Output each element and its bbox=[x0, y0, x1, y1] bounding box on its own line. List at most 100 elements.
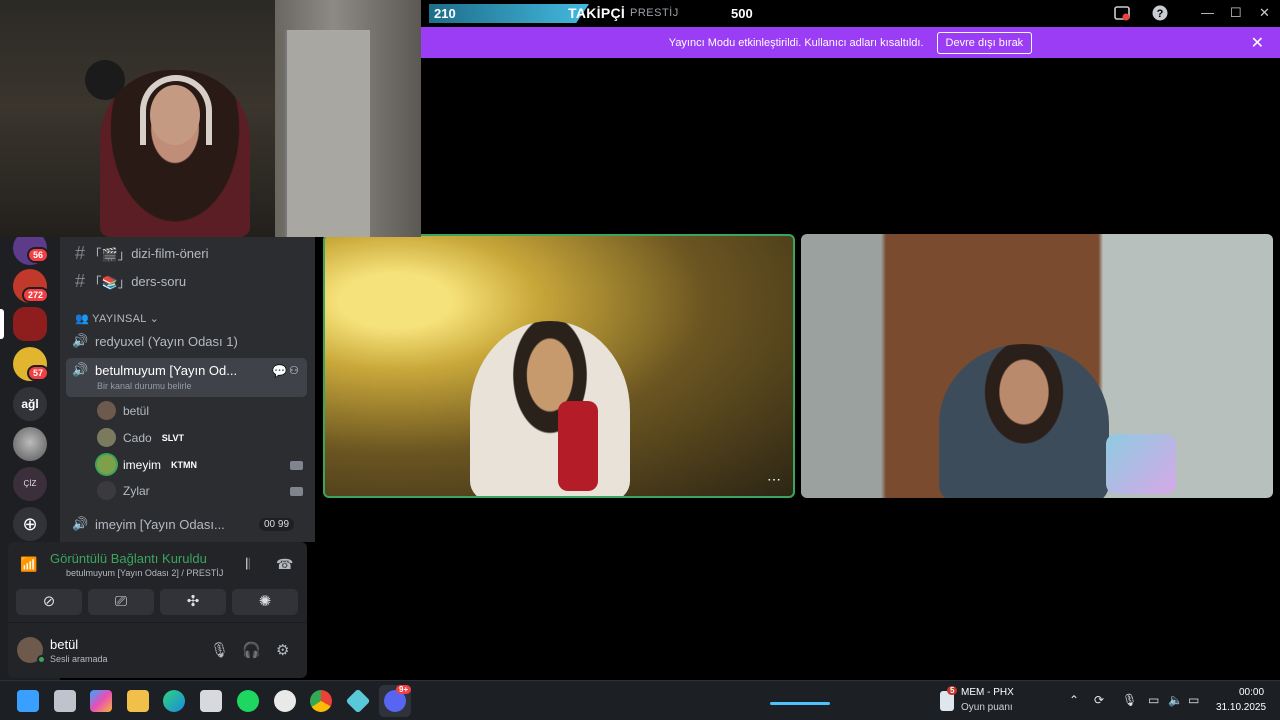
disable-streamer-mode-button[interactable]: Devre dışı bırak bbox=[936, 31, 1033, 54]
follower-title: TAKİPÇİ bbox=[568, 5, 626, 21]
app-icon[interactable] bbox=[345, 688, 371, 714]
noise-suppression-icon[interactable]: 𝄃 bbox=[246, 556, 249, 573]
server-icon-6[interactable] bbox=[13, 427, 47, 461]
disconnect-icon[interactable]: ☎ bbox=[276, 556, 293, 573]
channel-sidebar: # ｢🎬｣ dizi-film-öneri # ｢📚｣ ders-soru 👥 … bbox=[60, 237, 315, 542]
start-menu-icon[interactable] bbox=[17, 690, 39, 712]
file-explorer-icon[interactable] bbox=[127, 690, 149, 712]
voice-channel-imeyim[interactable]: 🔊 imeyim [Yayın Odası... bbox=[72, 516, 225, 532]
more-options-icon[interactable]: ⋯ bbox=[767, 471, 781, 488]
banner-close-icon[interactable]: ✕ bbox=[1251, 33, 1264, 53]
screen-share-button[interactable]: ⎚ bbox=[88, 589, 154, 615]
store-icon[interactable] bbox=[200, 690, 222, 712]
channel-prefix: ｢🎬｣ bbox=[95, 247, 125, 262]
network-icon[interactable]: ▭ bbox=[1148, 693, 1159, 707]
headphones-icon[interactable]: 🎧 bbox=[242, 641, 261, 659]
settings-icon[interactable]: ⚙ bbox=[276, 641, 289, 659]
spotify-icon[interactable] bbox=[237, 690, 259, 712]
discord-badge: 9+ bbox=[396, 685, 412, 694]
connection-icon: 📶 bbox=[20, 556, 38, 572]
streamer-mode-banner: Yayıncı Modu etkinleştirildi. Kullanıcı … bbox=[421, 27, 1280, 58]
speaker-icon: 🔊 bbox=[72, 362, 89, 377]
user-status: Sesli aramada bbox=[50, 654, 108, 664]
task-view-icon[interactable] bbox=[54, 690, 76, 712]
text-channel-ders[interactable]: # ｢📚｣ ders-soru bbox=[72, 271, 186, 292]
camera-icon bbox=[290, 461, 303, 470]
activities-button[interactable]: ✣ bbox=[160, 589, 226, 615]
clock-date[interactable]: 31.10.2025 bbox=[1216, 702, 1266, 713]
microphone-tray-icon[interactable]: 🎙 bbox=[1122, 693, 1137, 707]
window-close-button[interactable]: ✕ bbox=[1259, 5, 1270, 21]
text-channel-dizi[interactable]: # ｢🎬｣ dizi-film-öneri bbox=[72, 243, 209, 264]
hash-icon: # bbox=[74, 271, 85, 291]
voice-member[interactable]: Zylar bbox=[97, 481, 150, 500]
category-icon: 👥 bbox=[75, 313, 93, 325]
category-yayinsal[interactable]: 👥 YAYINSAL ⌄ bbox=[75, 312, 159, 325]
voice-channel-betulmuyum[interactable]: 🔊 betulmuyum [Yayın Od... bbox=[72, 362, 237, 378]
channel-name: redyuxel (Yayın Odası 1) bbox=[95, 333, 238, 349]
selected-server-pill bbox=[0, 309, 4, 339]
stream-follower-bar: 210 TAKİPÇİ PRESTİJ 500 ? — ☐ ✕ bbox=[421, 0, 1280, 27]
video-tile-speaking[interactable]: ⋯ bbox=[323, 234, 795, 498]
follower-subtitle: PRESTİJ bbox=[630, 7, 679, 19]
member-name: betül bbox=[123, 403, 150, 418]
participant-figure bbox=[470, 321, 630, 496]
maximize-button[interactable]: ☐ bbox=[1230, 5, 1242, 21]
category-label: YAYINSAL bbox=[92, 313, 147, 325]
edge-icon[interactable] bbox=[163, 690, 185, 712]
soundboard-button[interactable]: ✺ bbox=[232, 589, 298, 615]
channel-name: betulmuyum [Yayın Od... bbox=[95, 362, 238, 378]
battery-icon[interactable]: ▭ bbox=[1188, 693, 1199, 707]
help-icon[interactable]: ? bbox=[1151, 4, 1169, 25]
participant-figure bbox=[939, 344, 1109, 498]
svg-text:?: ? bbox=[1157, 8, 1164, 20]
connection-status[interactable]: Görüntülü Bağlantı Kuruldu bbox=[50, 551, 207, 566]
camera-off-button[interactable]: ⊘ bbox=[16, 589, 82, 615]
inbox-icon[interactable] bbox=[1113, 4, 1131, 25]
sync-icon[interactable]: ⟳ bbox=[1094, 693, 1104, 707]
chevron-up-icon[interactable]: ⌃ bbox=[1069, 693, 1079, 707]
copilot-icon[interactable] bbox=[90, 690, 112, 712]
avatar bbox=[97, 481, 116, 500]
connection-location[interactable]: betulmuyum [Yayın Odası 2] / PRESTİJ bbox=[66, 568, 223, 578]
user-count: 00 bbox=[264, 519, 276, 530]
obs-icon[interactable] bbox=[274, 690, 296, 712]
widget-title[interactable]: MEM - PHX bbox=[961, 687, 1014, 698]
member-name: Zylar bbox=[123, 483, 150, 498]
speaker-icon: 🔊 bbox=[72, 333, 89, 348]
video-tile[interactable] bbox=[801, 234, 1273, 498]
clock-time[interactable]: 00:00 bbox=[1239, 687, 1264, 698]
add-server-icon[interactable]: ⊕ bbox=[13, 507, 47, 541]
server-icon-5[interactable]: ağl bbox=[13, 387, 47, 421]
hash-icon: # bbox=[74, 243, 85, 263]
widget-subtitle: Oyun puanı bbox=[961, 702, 1013, 713]
server-badge-2: 272 bbox=[22, 287, 50, 303]
avatar bbox=[97, 428, 116, 447]
follower-goal: 500 bbox=[731, 6, 753, 21]
online-status-dot bbox=[37, 655, 46, 664]
server-icon-3[interactable] bbox=[13, 307, 47, 341]
channel-prefix: ｢📚｣ bbox=[95, 275, 125, 290]
chrome-icon[interactable] bbox=[310, 690, 332, 712]
user-name[interactable]: betül bbox=[50, 637, 78, 652]
member-tag: KTMN bbox=[168, 458, 200, 471]
headphones-shape bbox=[140, 75, 212, 145]
member-name: Cado bbox=[123, 430, 152, 445]
server-badge-1: 56 bbox=[27, 247, 50, 263]
voice-member[interactable]: Cado SLVT bbox=[97, 428, 188, 447]
microphone-icon[interactable]: 🎙 bbox=[210, 641, 229, 659]
channel-status[interactable]: Bir kanal durumu belirle bbox=[97, 381, 192, 391]
windows-taskbar: 9+ 5 MEM - PHX Oyun puanı ⌃ ⟳ 🎙 ▭ 🔈 ▭ 00… bbox=[0, 680, 1280, 720]
member-name: imeyim bbox=[123, 457, 161, 472]
streamer-webcam-overlay bbox=[0, 0, 421, 237]
server-icon-7[interactable]: ÇİZ bbox=[13, 467, 47, 501]
volume-icon[interactable]: 🔈 bbox=[1168, 693, 1183, 707]
speaker-icon: 🔊 bbox=[72, 516, 89, 531]
voice-member[interactable]: imeyim KTMN bbox=[97, 455, 200, 474]
voice-channel-redyuxel[interactable]: 🔊 redyuxel (Yayın Odası 1) bbox=[72, 333, 238, 349]
minimize-button[interactable]: — bbox=[1201, 5, 1214, 20]
add-member-icon[interactable]: ⚇ bbox=[289, 364, 299, 377]
voice-member[interactable]: betül bbox=[97, 401, 149, 420]
banner-message: Yayıncı Modu etkinleştirildi. Kullanıcı … bbox=[668, 36, 924, 49]
chat-icon[interactable]: 💬 bbox=[272, 364, 287, 378]
